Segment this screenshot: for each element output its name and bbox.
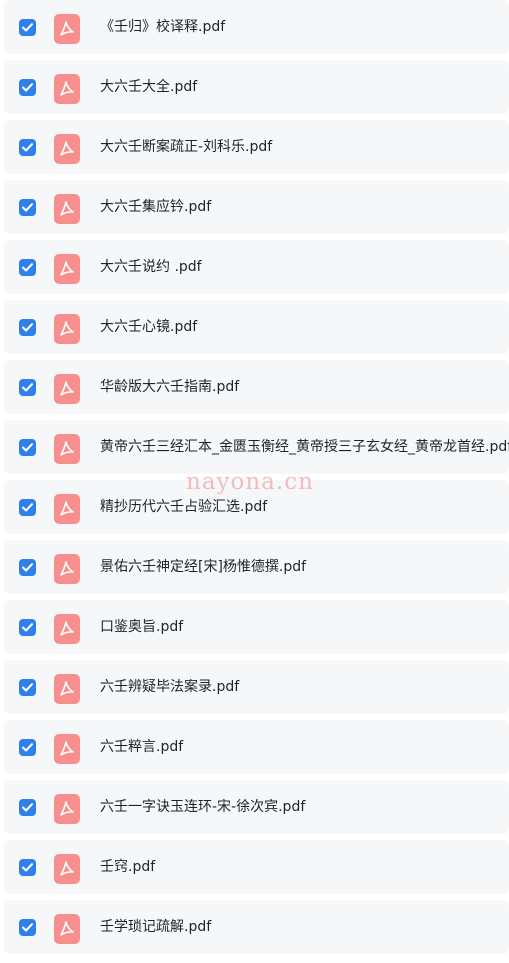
file-row[interactable]: 六壬一字诀玉连环-宋-徐次宾.pdf [4,780,509,834]
file-list: 《壬归》校译释.pdf 大六壬大全.pdf 大六壬断案疏正-刘科乐.pdf 大六… [4,0,509,960]
pdf-file-icon [54,194,80,224]
pdf-file-icon [54,794,80,824]
checkbox-checked-icon[interactable] [19,799,36,816]
file-name[interactable]: 六壬一字诀玉连环-宋-徐次宾.pdf [100,797,305,817]
pdf-file-icon [54,554,80,584]
pdf-file-icon [54,614,80,644]
file-name[interactable]: 壬窍.pdf [100,857,155,877]
file-row[interactable]: 《壬归》校译释.pdf [4,0,509,54]
checkbox-checked-icon[interactable] [19,139,36,156]
file-name[interactable]: 大六壬断案疏正-刘科乐.pdf [100,137,272,157]
file-name[interactable]: 景佑六壬神定经[宋]杨惟德撰.pdf [100,557,306,577]
file-row[interactable]: 精抄历代六壬占验汇选.pdf [4,480,509,534]
file-row[interactable]: 华龄版大六壬指南.pdf [4,360,509,414]
checkbox-checked-icon[interactable] [19,439,36,456]
file-row[interactable]: 大六壬大全.pdf [4,60,509,114]
pdf-file-icon [54,254,80,284]
pdf-file-icon [54,734,80,764]
pdf-file-icon [54,314,80,344]
file-name[interactable]: 《壬归》校译释.pdf [100,17,225,37]
file-name[interactable]: 精抄历代六壬占验汇选.pdf [100,497,267,517]
checkbox-checked-icon[interactable] [19,919,36,936]
checkbox-checked-icon[interactable] [19,79,36,96]
file-row[interactable]: 大六壬集应钤.pdf [4,180,509,234]
pdf-file-icon [54,494,80,524]
file-row[interactable]: 大六壬心镜.pdf [4,300,509,354]
pdf-file-icon [54,14,80,44]
file-name[interactable]: 大六壬集应钤.pdf [100,197,211,217]
file-name[interactable]: 大六壬大全.pdf [100,77,197,97]
file-row[interactable]: 壬窍.pdf [4,840,509,894]
file-row[interactable]: 壬学琐记疏解.pdf [4,900,509,954]
file-row[interactable]: 黄帝六壬三经汇本_金匮玉衡经_黄帝授三子玄女经_黄帝龙首经.pdf [4,420,509,474]
file-name[interactable]: 六壬粹言.pdf [100,737,183,757]
checkbox-checked-icon[interactable] [19,499,36,516]
file-name[interactable]: 大六壬说约 .pdf [100,257,202,277]
file-row[interactable]: 六壬辨疑毕法案录.pdf [4,660,509,714]
checkbox-checked-icon[interactable] [19,379,36,396]
file-row[interactable]: 景佑六壬神定经[宋]杨惟德撰.pdf [4,540,509,594]
pdf-file-icon [54,74,80,104]
file-name[interactable]: 壬学琐记疏解.pdf [100,917,211,937]
checkbox-checked-icon[interactable] [19,319,36,336]
pdf-file-icon [54,374,80,404]
checkbox-checked-icon[interactable] [19,259,36,276]
pdf-file-icon [54,434,80,464]
file-name[interactable]: 大六壬心镜.pdf [100,317,197,337]
checkbox-checked-icon[interactable] [19,559,36,576]
file-name[interactable]: 黄帝六壬三经汇本_金匮玉衡经_黄帝授三子玄女经_黄帝龙首经.pdf [100,437,509,457]
checkbox-checked-icon[interactable] [19,679,36,696]
file-row[interactable]: 大六壬断案疏正-刘科乐.pdf [4,120,509,174]
file-name[interactable]: 六壬辨疑毕法案录.pdf [100,677,239,697]
pdf-file-icon [54,674,80,704]
file-row[interactable]: 大六壬说约 .pdf [4,240,509,294]
checkbox-checked-icon[interactable] [19,199,36,216]
checkbox-checked-icon[interactable] [19,739,36,756]
pdf-file-icon [54,854,80,884]
checkbox-checked-icon[interactable] [19,859,36,876]
pdf-file-icon [54,134,80,164]
file-name[interactable]: 口鉴奥旨.pdf [100,617,183,637]
file-row[interactable]: 六壬粹言.pdf [4,720,509,774]
checkbox-checked-icon[interactable] [19,19,36,36]
file-name[interactable]: 华龄版大六壬指南.pdf [100,377,239,397]
file-row[interactable]: 口鉴奥旨.pdf [4,600,509,654]
pdf-file-icon [54,914,80,944]
checkbox-checked-icon[interactable] [19,619,36,636]
